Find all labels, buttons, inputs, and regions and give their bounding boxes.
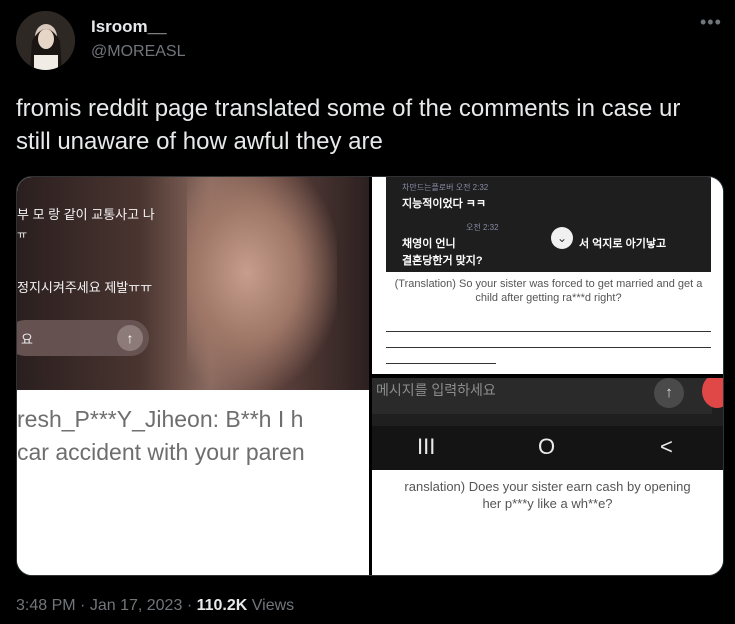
user-handle[interactable]: @MOREASL	[91, 43, 185, 61]
android-nav-bar: III O <	[372, 426, 723, 470]
views-count: 110.2K	[196, 597, 248, 614]
translation-text: (Translation) So your sister was forced …	[394, 278, 703, 304]
comment-text: 지능적이었다 ㅋㅋ	[402, 198, 487, 210]
caption-line: car accident with your paren	[17, 439, 305, 465]
input-placeholder: 메시지를 입력하세요	[376, 382, 496, 398]
translation-line: ranslation) Does your sister earn cash b…	[404, 479, 691, 494]
comment-meta: 차만드는플로버 오전 2:32	[402, 183, 489, 192]
divider-line	[386, 363, 496, 364]
chat-screenshot: 차만드는플로버 오전 2:32 지능적이었다 ㅋㅋ 오전 2:32 채영이 언니…	[386, 177, 711, 272]
media-image-bottom-right[interactable]: 메시지를 입력하세요 ↑ III O < ranslation) Does yo…	[372, 378, 723, 575]
avatar[interactable]	[16, 11, 75, 70]
separator: ·	[80, 597, 86, 614]
caption-line: resh_P***Y_Jiheon: B**h I h	[17, 406, 304, 432]
more-horizontal-icon[interactable]: •••	[700, 12, 722, 33]
divider-line	[386, 347, 711, 348]
media-image-top-right[interactable]: 차만드는플로버 오전 2:32 지능적이었다 ㅋㅋ 오전 2:32 채영이 언니…	[372, 177, 723, 377]
tweet-meta: 3:48 PM · Jan 17, 2023 · 110.2K Views	[16, 597, 294, 615]
tweet-text: fromis reddit page translated some of th…	[16, 95, 681, 155]
send-arrow-icon: ↑	[117, 325, 143, 351]
tweet-date[interactable]: Jan 17, 2023	[90, 597, 183, 614]
display-name[interactable]: Isroom__	[91, 17, 167, 37]
overlay-text: ㅠ	[17, 229, 28, 241]
tweet-time[interactable]: 3:48 PM	[16, 597, 76, 614]
translation-text: ranslation) Does your sister earn cash b…	[372, 478, 723, 512]
comment-text: 채영이 언니	[402, 238, 456, 250]
overlay-text: 부 모 랑 같이 교통사고 나	[17, 207, 155, 222]
comment-text: 서 억지로 아기낳고	[579, 238, 667, 250]
phone-screenshot: 메시지를 입력하세요 ↑ III O <	[372, 378, 723, 470]
caption-text: resh_P***Y_Jiheon: B**h I h car accident…	[17, 403, 305, 469]
separator: ·	[186, 597, 193, 614]
divider-line	[386, 331, 711, 332]
photo-face	[187, 177, 337, 390]
comment-meta: 오전 2:32	[466, 223, 499, 232]
media-image-left[interactable]: 부 모 랑 같이 교통사고 나 ㅠ 정지시켜주세요 제발ㅠㅠ 요 ↑ resh_…	[17, 177, 369, 575]
translation-line: her p***y like a wh**e?	[482, 496, 613, 511]
home-icon: O	[538, 434, 556, 459]
tweet-media-grid[interactable]: 부 모 랑 같이 교통사고 나 ㅠ 정지시켜주세요 제발ㅠㅠ 요 ↑ resh_…	[16, 176, 724, 576]
back-icon: <	[660, 434, 673, 459]
views-label: Views	[251, 597, 295, 614]
input-placeholder: 요	[21, 332, 33, 347]
recent-apps-icon: III	[417, 434, 436, 459]
chevron-down-icon: ⌄	[551, 227, 573, 249]
send-arrow-icon: ↑	[654, 378, 684, 408]
comment-text: 결혼당한거 맞지?	[402, 255, 483, 267]
overlay-text: 정지시켜주세요 제발ㅠㅠ	[17, 280, 153, 295]
